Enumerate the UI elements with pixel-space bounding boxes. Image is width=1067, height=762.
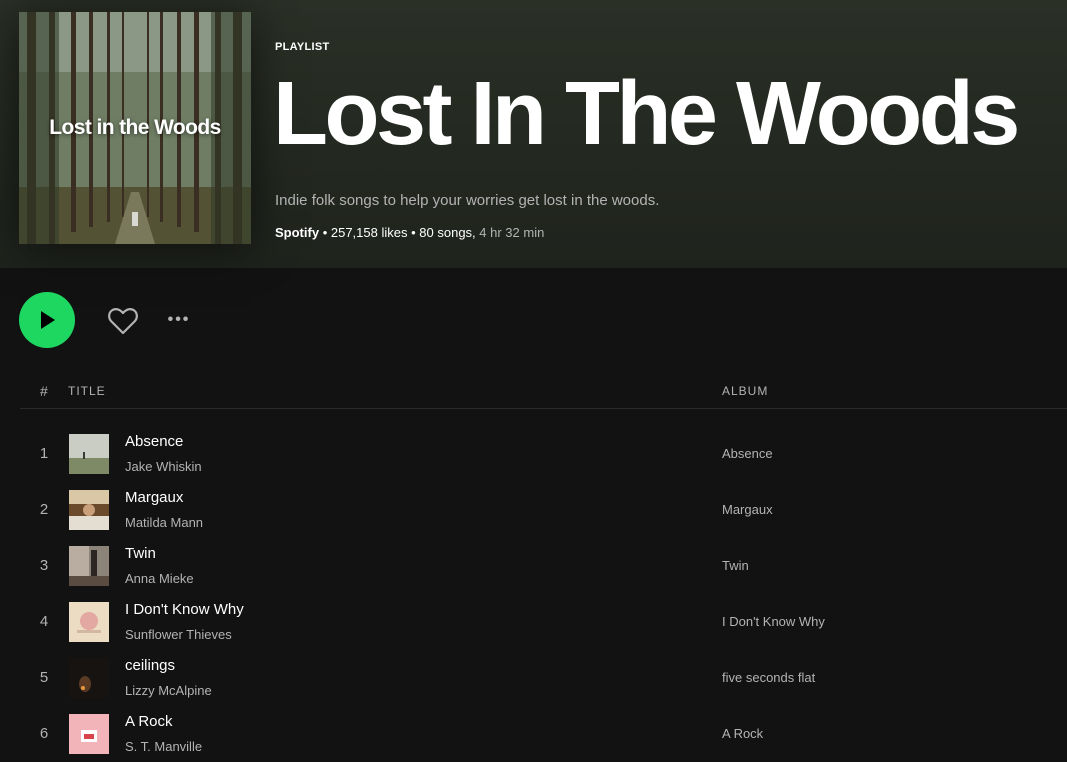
- play-button[interactable]: [19, 292, 75, 348]
- track-number: 3: [39, 557, 49, 574]
- column-header-title[interactable]: TITLE: [68, 384, 106, 398]
- track-artwork: [69, 546, 109, 586]
- track-artwork: [69, 602, 109, 642]
- playlist-cover[interactable]: Lost in the Woods: [19, 12, 251, 244]
- track-artwork: [69, 658, 109, 698]
- track-number: 2: [39, 501, 49, 518]
- track-number: 6: [39, 725, 49, 742]
- track-title-link[interactable]: Twin: [125, 545, 156, 562]
- track-artist-link[interactable]: Jake Whiskin: [125, 459, 202, 474]
- track-number: 1: [39, 445, 49, 462]
- track-artist-link[interactable]: Lizzy McAlpine: [125, 683, 212, 698]
- play-icon: [41, 311, 55, 329]
- track-artist-link[interactable]: Sunflower Thieves: [125, 627, 232, 642]
- playlist-likes: 257,158 likes: [330, 225, 408, 240]
- track-artwork: [69, 714, 109, 754]
- playlist-title: Lost In The Woods: [273, 64, 1020, 164]
- track-artwork: [69, 434, 109, 474]
- like-button[interactable]: [105, 303, 140, 338]
- playlist-header: Lost in the Woods PLAYLIST Lost In The W…: [0, 0, 1067, 268]
- track-row[interactable]: 6 A Rock S. T. Manville A Rock: [0, 706, 1067, 762]
- playlist-owner-link[interactable]: Spotify: [275, 225, 319, 240]
- track-title-link[interactable]: Absence: [125, 433, 183, 450]
- playlist-meta: Spotify • 257,158 likes • 80 songs, 4 hr…: [275, 225, 544, 240]
- track-list: 1 Absence Jake Whiskin Absence 2 Margaux…: [0, 426, 1067, 762]
- heart-outline-icon: [107, 307, 138, 334]
- track-row[interactable]: 5 ceilings Lizzy McAlpine five seconds f…: [0, 650, 1067, 706]
- track-album-link[interactable]: Twin: [722, 558, 749, 573]
- cover-title: Lost in the Woods: [49, 116, 221, 139]
- playlist-duration: 4 hr 32 min: [479, 225, 545, 240]
- track-artist-link[interactable]: Matilda Mann: [125, 515, 203, 530]
- track-album-link[interactable]: Absence: [722, 446, 773, 461]
- track-album-link[interactable]: A Rock: [722, 726, 763, 741]
- track-table-header: # TITLE ALBUM: [20, 372, 1067, 409]
- track-artist-link[interactable]: S. T. Manville: [125, 739, 202, 754]
- track-album-link[interactable]: five seconds flat: [722, 670, 815, 685]
- track-title-link[interactable]: ceilings: [125, 657, 175, 674]
- track-title-link[interactable]: I Don't Know Why: [125, 601, 244, 618]
- meta-separator: •: [322, 225, 331, 240]
- track-row[interactable]: 2 Margaux Matilda Mann Margaux: [0, 482, 1067, 538]
- track-artwork: [69, 490, 109, 530]
- track-row[interactable]: 1 Absence Jake Whiskin Absence: [0, 426, 1067, 482]
- track-title-link[interactable]: Margaux: [125, 489, 183, 506]
- track-album-link[interactable]: I Don't Know Why: [722, 614, 825, 629]
- track-album-link[interactable]: Margaux: [722, 502, 773, 517]
- column-header-album[interactable]: ALBUM: [722, 384, 768, 398]
- track-number: 4: [39, 613, 49, 630]
- playlist-song-count: 80 songs,: [419, 225, 476, 240]
- playlist-type-label: PLAYLIST: [275, 41, 330, 53]
- track-title-link[interactable]: A Rock: [125, 713, 173, 730]
- track-artist-link[interactable]: Anna Mieke: [125, 571, 194, 586]
- column-header-number: #: [40, 383, 48, 399]
- more-options-button[interactable]: •••: [164, 308, 194, 332]
- track-row[interactable]: 4 I Don't Know Why Sunflower Thieves I D…: [0, 594, 1067, 650]
- playlist-description: Indie folk songs to help your worries ge…: [275, 192, 660, 209]
- track-row[interactable]: 3 Twin Anna Mieke Twin: [0, 538, 1067, 594]
- playlist-page: Lost in the Woods PLAYLIST Lost In The W…: [0, 0, 1067, 762]
- track-number: 5: [39, 669, 49, 686]
